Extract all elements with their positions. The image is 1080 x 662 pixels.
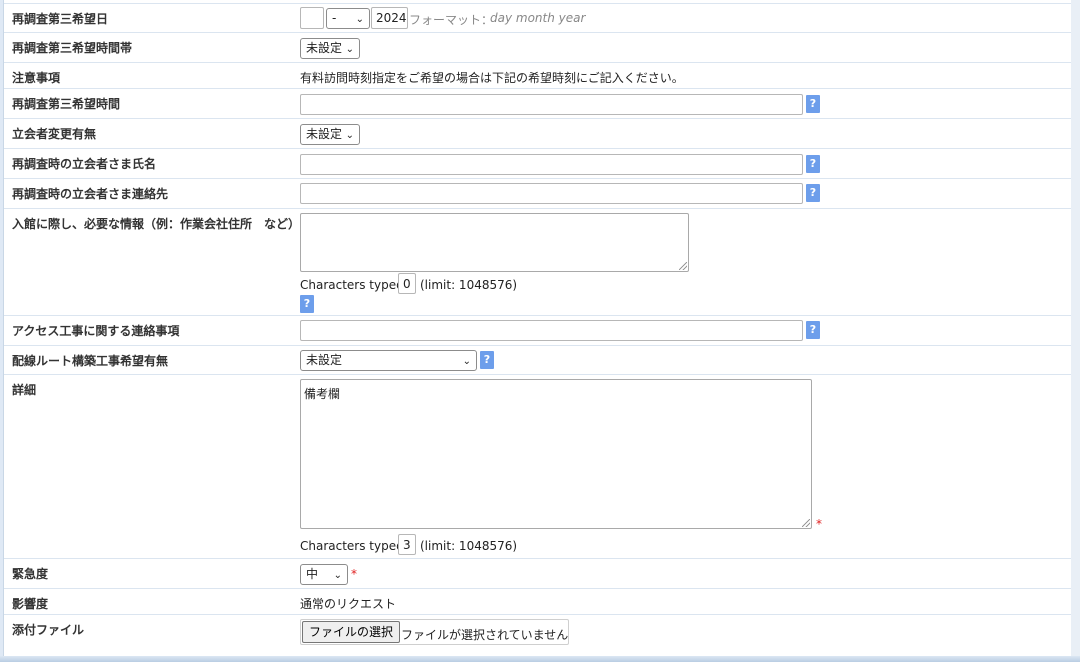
third-time-input[interactable] [300, 94, 803, 115]
help-icon[interactable]: ? [300, 295, 314, 313]
row-notice: 注意事項 有料訪問時刻指定をご希望の場合は下記の希望時刻にご記入ください。 [4, 62, 1071, 89]
wiring-route-label: 配線ルート構築工事希望有無 [12, 354, 169, 368]
third-timeslot-label: 再調査第三希望時間帯 [12, 41, 133, 55]
row-attachment: 添付ファイル ファイルの選択 ファイルが選択されていません [4, 614, 1071, 653]
entry-info-limit: (limit: 1048576) [420, 278, 518, 292]
month-select[interactable]: - ⌄ [326, 8, 370, 29]
urgency-select[interactable]: 中 ⌄ [300, 564, 348, 585]
entry-info-textarea[interactable] [300, 213, 689, 272]
chevron-down-icon: ⌄ [345, 44, 354, 55]
details-counter-label: Characters typed: [300, 539, 408, 553]
row-impact: 影響度 通常のリクエスト [4, 588, 1071, 615]
form-panel: 再調査第三希望日 - ⌄ 2024 フォーマット： day month year… [3, 0, 1072, 657]
help-icon[interactable]: ? [806, 184, 820, 202]
entry-info-label: 入館に際し、必要な情報（例：作業会社住所 など） [12, 217, 301, 231]
row-attendee-change: 立会者変更有無 未設定 ⌄ [4, 118, 1071, 149]
details-label: 詳細 [12, 383, 37, 397]
attendee-change-label: 立会者変更有無 [12, 127, 97, 141]
chevron-down-icon: ⌄ [462, 356, 471, 367]
row-details: 詳細 備考欄 * Characters typed: 3 (limit: 104… [4, 374, 1071, 559]
impact-value: 通常のリクエスト [300, 597, 397, 611]
help-icon[interactable]: ? [480, 351, 494, 369]
chevron-down-icon: ⌄ [345, 130, 354, 141]
file-status-text: ファイルが選択されていません [401, 628, 569, 642]
chevron-down-icon: ⌄ [355, 14, 364, 25]
entry-info-count: 0 [398, 273, 416, 294]
row-attendee-contact: 再調査時の立会者さま連絡先 ? [4, 178, 1071, 209]
chevron-down-icon: ⌄ [333, 570, 342, 581]
attendee-change-select[interactable]: 未設定 ⌄ [300, 124, 360, 145]
date-format-prefix: フォーマット： [409, 13, 494, 27]
choose-file-button[interactable]: ファイルの選択 [302, 621, 401, 643]
urgency-label: 緊急度 [12, 567, 49, 581]
help-icon[interactable]: ? [806, 95, 820, 113]
wiring-route-select[interactable]: 未設定 ⌄ [300, 350, 477, 371]
row-third-date: 再調査第三希望日 - ⌄ 2024 フォーマット： day month year [4, 3, 1071, 33]
help-icon[interactable]: ? [806, 321, 820, 339]
attendee-name-input[interactable] [300, 154, 803, 175]
third-time-label: 再調査第三希望時間 [12, 97, 121, 111]
date-format-hint: day month year [490, 11, 586, 25]
notice-label: 注意事項 [12, 71, 61, 85]
resize-handle-icon[interactable] [679, 262, 687, 270]
access-work-input[interactable] [300, 320, 803, 341]
impact-label: 影響度 [12, 597, 49, 611]
row-urgency: 緊急度 中 ⌄ * [4, 558, 1071, 589]
entry-info-counter-label: Characters typed: [300, 278, 408, 292]
resize-handle-icon[interactable] [802, 519, 810, 527]
details-count: 3 [398, 534, 416, 555]
file-picker[interactable]: ファイルの選択 ファイルが選択されていません [300, 619, 569, 645]
scrollbar[interactable] [1071, 0, 1080, 662]
row-third-timeslot: 再調査第三希望時間帯 未設定 ⌄ [4, 32, 1071, 63]
row-attendee-name: 再調査時の立会者さま氏名 ? [4, 148, 1071, 179]
required-mark: * [816, 517, 822, 531]
attachment-label: 添付ファイル [12, 623, 85, 637]
attendee-contact-label: 再調査時の立会者さま連絡先 [12, 187, 169, 201]
window-bottom-edge [0, 656, 1080, 662]
notice-text: 有料訪問時刻指定をご希望の場合は下記の希望時刻にご記入ください。 [300, 71, 684, 85]
details-textarea[interactable]: 備考欄 [300, 379, 812, 529]
day-input[interactable] [300, 7, 324, 29]
row-entry-info: 入館に際し、必要な情報（例：作業会社住所 など） Characters type… [4, 208, 1071, 316]
year-input[interactable]: 2024 [371, 7, 408, 29]
row-access-work: アクセス工事に関する連絡事項 ? [4, 315, 1071, 346]
access-work-label: アクセス工事に関する連絡事項 [12, 324, 180, 338]
attendee-contact-input[interactable] [300, 183, 803, 204]
third-timeslot-select[interactable]: 未設定 ⌄ [300, 38, 360, 59]
attendee-name-label: 再調査時の立会者さま氏名 [12, 157, 157, 171]
required-mark: * [351, 567, 357, 581]
help-icon[interactable]: ? [806, 155, 820, 173]
row-third-time: 再調査第三希望時間 ? [4, 88, 1071, 119]
details-limit: (limit: 1048576) [420, 539, 518, 553]
third-date-label: 再調査第三希望日 [12, 12, 109, 26]
row-wiring-route: 配線ルート構築工事希望有無 未設定 ⌄ ? [4, 345, 1071, 375]
